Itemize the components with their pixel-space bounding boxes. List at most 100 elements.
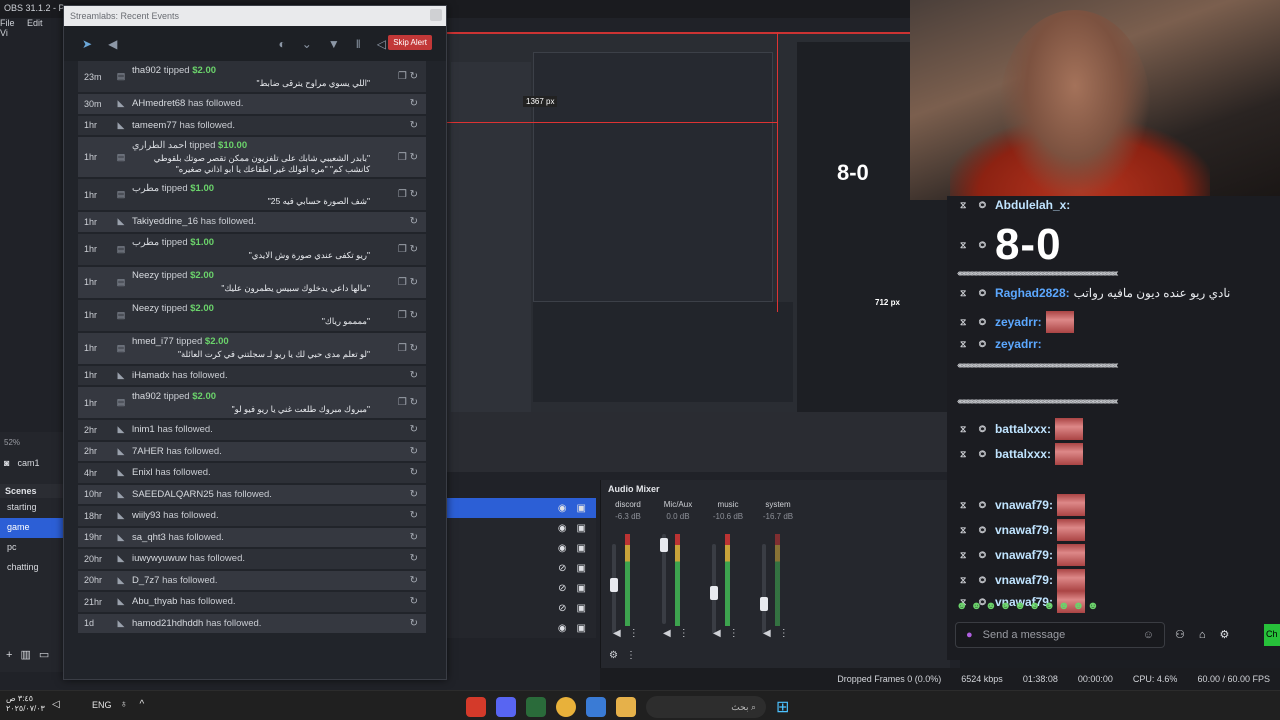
chat-username[interactable]: zeyadrr: [995, 337, 1042, 351]
scene-game[interactable]: game [0, 518, 65, 538]
event-row[interactable]: 23m ▤ tha902 tipped $2.00 "اللي يسوي مراوح … [78, 61, 426, 94]
tray-more-icons[interactable]: ♁^ [120, 699, 156, 710]
filter-icon[interactable]: ▼ [328, 37, 340, 51]
event-row[interactable]: 18hr ◣ wiily93 has followed. ↻ [78, 506, 426, 528]
chrome-app-icon[interactable] [556, 697, 576, 717]
scene-menu-icon[interactable]: ▭ [39, 649, 57, 661]
repeat-icon[interactable]: ↻ [410, 152, 418, 163]
source-row[interactable]: ⊘ ▣ [446, 578, 596, 598]
chat-message[interactable]: ⧖ ◎ Abdulelah_x: [960, 198, 1070, 212]
repeat-icon[interactable]: ↻ [410, 424, 418, 435]
windows-start-icon[interactable]: ⊞ [776, 697, 789, 717]
copy-icon[interactable]: ❐ [398, 310, 407, 321]
taskbar-clock[interactable]: ٣:٤٥ ص ٢٠٢٥/٠٧/٠٣ [6, 694, 45, 714]
repeat-icon[interactable]: ↻ [410, 553, 418, 564]
chat-username[interactable]: vnawaf79: [995, 548, 1053, 562]
chat-message[interactable]: ⧖ ◎ battalxxx: [960, 443, 1083, 465]
event-row[interactable]: 1hr ▤ مطرب tipped $1.00 "ريو تكفى عندي صورة… [78, 233, 426, 267]
event-row[interactable]: 1hr ◣ iHamadx has followed. ↻ [78, 365, 426, 387]
source-row[interactable]: ◉ ▣ [446, 498, 596, 518]
repeat-icon[interactable]: ↻ [410, 467, 418, 478]
skip-alert-button[interactable]: Skip Alert [388, 35, 432, 50]
repeat-icon[interactable]: ↻ [410, 618, 418, 629]
repeat-icon[interactable]: ↻ [410, 216, 418, 227]
copy-icon[interactable]: ❐ [398, 397, 407, 408]
chat-message[interactable]: ⧖ ◎ 8-0 [960, 220, 1062, 270]
obs-app-icon[interactable] [466, 697, 486, 717]
chat-buttons[interactable]: ⚇⌂⚙ [1175, 628, 1243, 641]
event-row[interactable]: 1d ◣ hamod21hdhddh has followed. ↻ [78, 613, 426, 635]
delete-scene-icon[interactable]: ▥ [20, 649, 38, 661]
event-row[interactable]: 30m ◣ AHmedret68 has followed. ↻ [78, 94, 426, 116]
repeat-icon[interactable]: ↻ [410, 310, 418, 321]
repeat-icon[interactable]: ↻ [410, 370, 418, 381]
volume-fader[interactable] [660, 534, 668, 624]
chat-username[interactable]: vnawaf79: [995, 498, 1053, 512]
repeat-icon[interactable]: ↻ [410, 71, 418, 82]
channel-controls[interactable]: ◀⋮ [763, 628, 797, 639]
event-row[interactable]: 1hr ▤ hmed_i77 tipped $2.00 "لو تعلم مدى حب… [78, 332, 426, 366]
event-row[interactable]: 19hr ◣ sa_qht3 has followed. ↻ [78, 527, 426, 549]
chat-username[interactable]: vnawaf79: [995, 523, 1053, 537]
chat-message[interactable]: ⧖ ◎ Raghad2828: نادي ريو عنده ديون مافيه ر… [960, 286, 1230, 300]
chat-username[interactable]: Raghad2828: [995, 286, 1070, 300]
app-icon[interactable] [526, 697, 546, 717]
repeat-icon[interactable]: ↻ [410, 575, 418, 586]
discord-app-icon[interactable] [496, 697, 516, 717]
event-row[interactable]: 1hr ▤ Neezy tipped $2.00 "ممممو رياك" ❐ ↻ [78, 299, 426, 333]
volume-fader[interactable] [710, 544, 718, 634]
close-icon[interactable] [430, 9, 442, 21]
event-row[interactable]: 4hr ◣ Enixl has followed. ↻ [78, 463, 426, 485]
copy-icon[interactable]: ❐ [398, 189, 407, 200]
send-icon[interactable]: ➤ [82, 37, 92, 51]
copy-icon[interactable]: ❐ [398, 71, 407, 82]
event-row[interactable]: 1hr ▤ احمد الطراري tipped $10.00 "بابدر الش… [78, 137, 426, 179]
event-row[interactable]: 2hr ◣ lnim1 has followed. ↻ [78, 420, 426, 442]
event-row[interactable]: 1hr ▤ مطرب tipped $1.00 "شف الصورة حسابي في… [78, 179, 426, 212]
taskbar-search[interactable]: بحث ⌕ [646, 696, 766, 718]
repeat-icon[interactable]: ↻ [410, 343, 418, 354]
copy-icon[interactable]: ❐ [398, 152, 407, 163]
scene-chatting[interactable]: chatting [0, 558, 65, 578]
event-row[interactable]: 1hr ◣ Takiyeddine_16 has followed. ↻ [78, 212, 426, 234]
event-row[interactable]: 1hr ▤ tha902 tipped $2.00 "مبروك مبروك طلعت… [78, 387, 426, 420]
chat-username[interactable]: battalxxx: [995, 447, 1051, 461]
mixer-settings-icon[interactable]: ⚙⋮ [609, 650, 644, 661]
source-row[interactable]: ◉ ▣ [446, 618, 596, 638]
language-indicator[interactable]: ENG [92, 700, 112, 710]
obs-preview[interactable]: 1367 px 712 px 8-0 [446, 32, 947, 472]
repeat-icon[interactable]: ↻ [410, 120, 418, 131]
megaphone-icon[interactable]: ◀ [108, 37, 117, 51]
event-row[interactable]: 21hr ◣ Abu_thyab has followed. ↻ [78, 592, 426, 614]
repeat-icon[interactable]: ↻ [410, 244, 418, 255]
repeat-icon[interactable]: ↻ [410, 277, 418, 288]
chat-emote-bar[interactable]: ☻☻☻☻☻☻☻☻☻☻ [956, 600, 1156, 616]
chat-message[interactable]: ⧖ ◎ vnawaf79: [960, 519, 1085, 541]
repeat-icon[interactable]: ↻ [410, 189, 418, 200]
chat-username[interactable]: battalxxx: [995, 422, 1051, 436]
add-scene-icon[interactable]: + [6, 649, 20, 661]
copy-icon[interactable]: ❐ [398, 343, 407, 354]
menu-view[interactable]: Vi [0, 28, 8, 38]
repeat-icon[interactable]: ↻ [410, 489, 418, 500]
chat-username[interactable]: vnawaf79: [995, 573, 1053, 587]
emoji-icon[interactable]: ☺ [1143, 629, 1154, 641]
menu-file[interactable]: File [0, 18, 15, 28]
repeat-icon[interactable]: ↻ [410, 397, 418, 408]
chat-message[interactable]: ⧖ ◎ battalxxx: [960, 418, 1083, 440]
chat-username[interactable]: zeyadrr: [995, 315, 1042, 329]
chat-input[interactable]: ● Send a message ☺ [955, 622, 1165, 648]
scene-pc[interactable]: pc [0, 538, 65, 558]
pause-icon[interactable]: ‖ [356, 37, 361, 51]
event-row[interactable]: 2hr ◣ 7AHER has followed. ↻ [78, 441, 426, 463]
volume-fader[interactable] [760, 544, 768, 634]
copy-icon[interactable]: ❐ [398, 244, 407, 255]
event-row[interactable]: 1hr ▤ Neezy tipped $2.00 "مالها داعي يدخلوك… [78, 266, 426, 300]
cam-source[interactable]: cam1 [17, 458, 39, 468]
event-row[interactable]: 10hr ◣ SAEEDALQARN25 has followed. ↻ [78, 484, 426, 506]
chat-username[interactable]: Abdulelah_x: [995, 198, 1070, 212]
repeat-icon[interactable]: ↻ [410, 532, 418, 543]
channel-controls[interactable]: ◀⋮ [613, 628, 647, 639]
source-row[interactable]: ⊘ ▣ [446, 598, 596, 618]
volume-fader[interactable] [610, 544, 618, 634]
